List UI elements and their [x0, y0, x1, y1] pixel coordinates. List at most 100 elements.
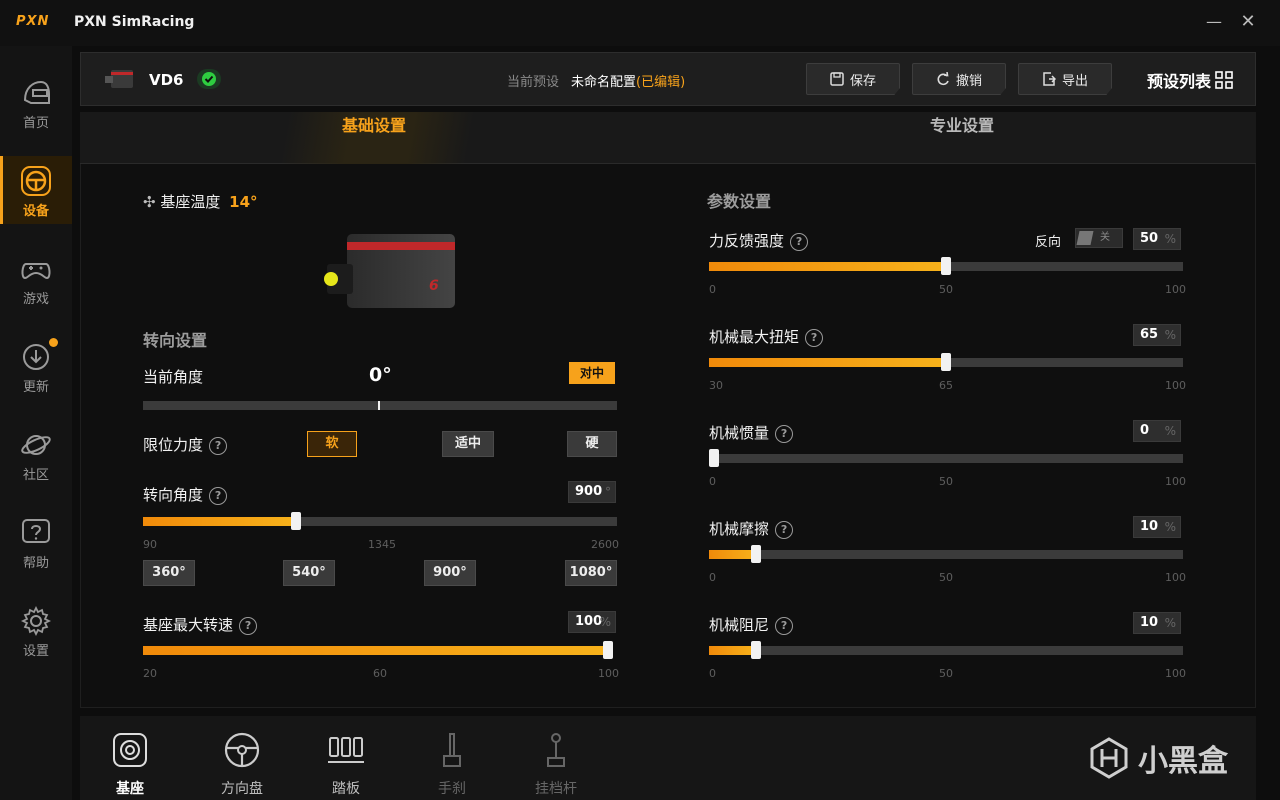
slider-thumb[interactable] [941, 353, 951, 371]
sidebar-item-device[interactable]: 设备 [0, 156, 72, 224]
slider-thumb[interactable] [751, 545, 762, 563]
settings-tabs: 基础设置 专业设置 [80, 112, 1256, 164]
tick-label: 100 [1165, 571, 1186, 584]
steering-wheel-icon [21, 166, 51, 196]
export-button[interactable]: 导出 [1018, 63, 1112, 95]
param-label: 机械阻尼? [709, 614, 794, 635]
center-button[interactable]: 对中 [569, 362, 615, 384]
sidebar-item-help[interactable]: 帮助 [0, 508, 72, 576]
minimize-button[interactable]: — [1202, 10, 1226, 34]
param-value-input[interactable]: 50% [1133, 228, 1181, 250]
preset-name: 未命名配置(已编辑) [571, 75, 686, 90]
slider-thumb[interactable] [751, 641, 762, 659]
preset-list-button[interactable]: 预设列表 [1147, 68, 1233, 92]
help-icon[interactable]: ? [775, 521, 794, 539]
param-slider[interactable] [709, 353, 1183, 371]
tick-label: 100 [598, 667, 619, 680]
tick-label: 100 [1165, 667, 1186, 680]
tick-label: 90 [143, 538, 157, 551]
pxn-logo: PXN [16, 14, 50, 29]
close-button[interactable]: ✕ [1236, 10, 1260, 34]
slider-thumb[interactable] [941, 257, 951, 275]
sidebar-item-games[interactable]: 游戏 [0, 244, 72, 312]
param-value-input[interactable]: 0% [1133, 420, 1181, 442]
help-icon[interactable]: ? [239, 617, 258, 635]
param-label: 力反馈强度? [709, 230, 809, 251]
gear-icon [20, 605, 52, 637]
param-slider[interactable] [709, 641, 1183, 659]
sidebar-item-community[interactable]: 社区 [0, 420, 72, 488]
help-icon[interactable]: ? [209, 437, 228, 455]
help-icon[interactable]: ? [790, 233, 809, 251]
component-pedals[interactable]: 踏板 [308, 730, 384, 798]
preset-label: 当前预设 [507, 75, 560, 90]
preset-900-button[interactable]: 900° [424, 560, 476, 586]
tab-basic-settings[interactable]: 基础设置 [80, 112, 668, 164]
component-handbrake[interactable]: 手刹 [414, 730, 490, 798]
help-icon[interactable]: ? [805, 329, 824, 347]
param-slider[interactable] [709, 545, 1183, 563]
steer-angle-slider[interactable] [143, 512, 617, 530]
limit-hard-button[interactable]: 硬 [567, 431, 617, 457]
sidebar-item-home[interactable]: 首页 [0, 68, 72, 136]
slider-thumb[interactable] [709, 449, 719, 467]
param-slider[interactable] [709, 257, 1183, 275]
slider-thumb[interactable] [290, 512, 301, 530]
limit-soft-button[interactable]: 软 [307, 431, 357, 457]
param-value-input[interactable]: 10% [1133, 516, 1181, 538]
download-icon [23, 344, 49, 370]
param-slider[interactable] [709, 449, 1183, 467]
max-speed-slider[interactable] [143, 641, 613, 659]
sidebar-item-label: 首页 [22, 116, 49, 131]
sidebar-item-label: 设备 [22, 204, 49, 219]
slider-thumb[interactable] [603, 641, 613, 659]
steer-angle-input[interactable]: 900 ° [568, 481, 616, 503]
tick-label: 2600 [591, 538, 619, 551]
tick-label: 0 [709, 667, 716, 680]
help-icon[interactable]: ? [775, 617, 794, 635]
sidebar-item-label: 帮助 [22, 556, 49, 571]
preset-540-button[interactable]: 540° [283, 560, 335, 586]
preset-1080-button[interactable]: 1080° [565, 560, 617, 586]
tick-label: 65 [939, 379, 953, 392]
app-title: PXN SimRacing [74, 14, 195, 30]
param-label: 机械摩擦? [709, 518, 794, 539]
param-value-input[interactable]: 65% [1133, 324, 1181, 346]
limit-medium-button[interactable]: 适中 [442, 431, 494, 457]
save-button[interactable]: 保存 [806, 63, 900, 95]
temperature-value: 14° [229, 193, 258, 211]
svg-text:6: 6 [429, 278, 439, 294]
sidebar-item-settings[interactable]: 设置 [0, 596, 72, 664]
preset-360-button[interactable]: 360° [143, 560, 195, 586]
tick-label: 20 [143, 667, 157, 680]
tick-label: 100 [1165, 379, 1186, 392]
device-bar: VD6 当前预设 未命名配置(已编辑) 保存 撤销 导出 预设列表 [80, 52, 1256, 106]
param-label: 机械最大扭矩? [709, 326, 824, 347]
help-icon[interactable]: ? [209, 487, 228, 505]
limit-force-label: 限位力度? [143, 434, 228, 455]
max-speed-label: 基座最大转速? [143, 614, 258, 635]
connected-status [197, 69, 221, 89]
slider-fill [143, 517, 296, 526]
sidebar-item-update[interactable]: 更新 [0, 332, 72, 400]
steering-wheel-icon [224, 732, 260, 768]
tick-label: 50 [939, 283, 953, 296]
reverse-toggle[interactable]: 关 [1075, 228, 1123, 248]
tick-label: 0 [709, 571, 716, 584]
sidebar-item-label: 社区 [22, 468, 49, 483]
tab-pro-settings[interactable]: 专业设置 [668, 112, 1256, 164]
sidebar-item-label: 游戏 [22, 292, 49, 307]
component-shifter[interactable]: 挂档杆 [518, 730, 594, 798]
component-steering-wheel[interactable]: 方向盘 [204, 730, 280, 798]
component-wheelbase[interactable]: 基座 [92, 730, 168, 798]
slider-fill [709, 262, 946, 271]
param-value-input[interactable]: 10% [1133, 612, 1181, 634]
export-icon [1043, 72, 1056, 86]
slider-fill [709, 550, 757, 559]
max-speed-input[interactable]: 100% [568, 611, 616, 633]
device-name: VD6 [149, 71, 184, 89]
undo-button[interactable]: 撤销 [912, 63, 1006, 95]
sidebar-item-label: 更新 [22, 380, 49, 395]
help-icon[interactable]: ? [775, 425, 794, 443]
current-angle-value: 0° [369, 364, 392, 386]
